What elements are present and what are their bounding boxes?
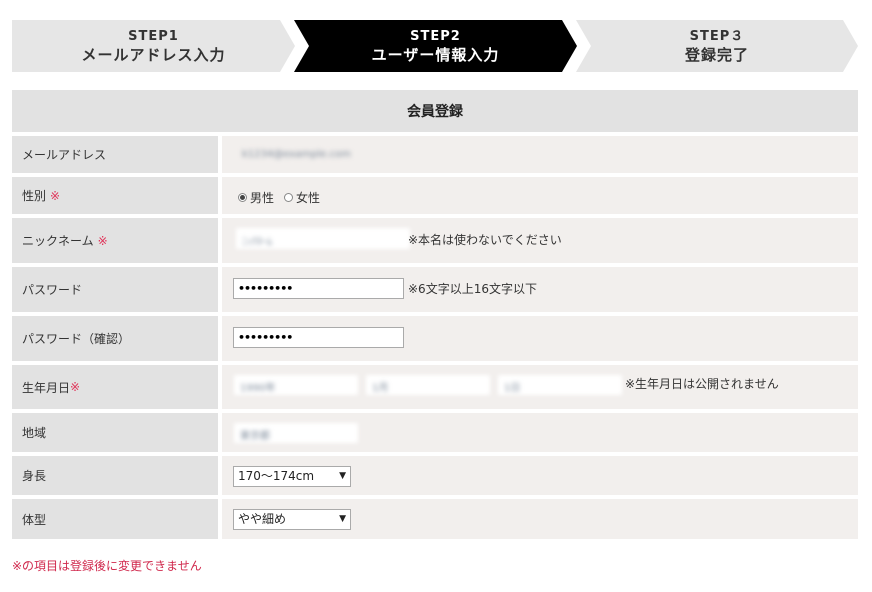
required-mark: ※ xyxy=(97,233,108,248)
email-value: k1234@example.com xyxy=(242,149,351,160)
birthdate-label: 生年月日 xyxy=(22,380,71,395)
region-row: 地域 東京都 xyxy=(12,413,858,452)
birthdate-row: 生年月日 ※ 1990年 1月 1日 ※生年月日は公開されません xyxy=(12,365,858,409)
step-1-label: メールアドレス入力 xyxy=(81,45,226,64)
required-mark: ※ xyxy=(70,380,81,394)
nickname-value: ﾆｯｸﾈｰﾑ xyxy=(242,237,272,248)
step-3-number: STEP３ xyxy=(689,28,745,44)
body-type-row: 体型 やや細め ▼ xyxy=(12,499,858,539)
height-label: 身長 xyxy=(12,456,218,495)
form-title: 会員登録 xyxy=(12,90,858,132)
body-type-select[interactable]: やや細め ▼ xyxy=(233,509,351,530)
body-type-value: やや細め xyxy=(238,512,287,526)
nickname-note: ※本名は使わないでください xyxy=(408,233,562,247)
step-3: STEP３ 登録完了 xyxy=(576,20,858,72)
birth-year-value: 1990年 xyxy=(240,383,276,394)
password-confirm-input[interactable]: ••••••••• xyxy=(233,327,404,348)
password-label: パスワード xyxy=(12,267,218,312)
password-row: パスワード ••••••••• ※6文字以上16文字以下 xyxy=(12,267,858,312)
password-note: ※6文字以上16文字以下 xyxy=(408,282,537,296)
gender-radio-female[interactable]: 女性 xyxy=(284,189,320,206)
body-type-label: 体型 xyxy=(12,499,218,539)
step-2-label: ユーザー情報入力 xyxy=(371,45,500,64)
height-value: 170〜174cm xyxy=(238,469,315,483)
birthdate-note: ※生年月日は公開されません xyxy=(625,377,779,391)
radio-empty-icon xyxy=(284,193,293,202)
radio-selected-icon xyxy=(238,193,247,202)
step-2-number: STEP2 xyxy=(410,28,461,44)
step-1-number: STEP1 xyxy=(128,28,179,44)
step-3-label: 登録完了 xyxy=(684,45,749,64)
gender-radio-male[interactable]: 男性 xyxy=(238,189,274,206)
email-row: メールアドレス k1234@example.com xyxy=(12,136,858,173)
password-confirm-label: パスワード（確認） xyxy=(12,316,218,361)
password-input[interactable]: ••••••••• xyxy=(233,278,404,299)
height-select[interactable]: 170〜174cm ▼ xyxy=(233,466,351,487)
nickname-row: ニックネーム ※ ﾆｯｸﾈｰﾑ ※本名は使わないでください xyxy=(12,218,858,263)
region-value: 東京都 xyxy=(240,431,270,442)
step-indicator: STEP1 メールアドレス入力 STEP2 ユーザー情報入力 STEP３ 登録完… xyxy=(12,20,858,72)
required-mark: ※ xyxy=(50,188,61,203)
footnote: ※の項目は登録後に変更できません xyxy=(12,559,202,573)
dropdown-arrow-icon: ▼ xyxy=(339,471,346,481)
email-label: メールアドレス xyxy=(12,136,218,173)
region-label: 地域 xyxy=(12,413,218,452)
step-1: STEP1 メールアドレス入力 xyxy=(12,20,295,72)
password-confirm-row: パスワード（確認） ••••••••• xyxy=(12,316,858,361)
height-row: 身長 170〜174cm ▼ xyxy=(12,456,858,495)
birth-day-value: 1日 xyxy=(504,383,521,394)
step-2-active: STEP2 ユーザー情報入力 xyxy=(294,20,577,72)
birth-month-value: 1月 xyxy=(372,383,389,394)
nickname-label: ニックネーム xyxy=(22,234,94,248)
gender-row: 性別 ※ 男性 女性 xyxy=(12,177,858,214)
gender-label: 性別 xyxy=(22,189,47,203)
dropdown-arrow-icon: ▼ xyxy=(339,514,346,524)
